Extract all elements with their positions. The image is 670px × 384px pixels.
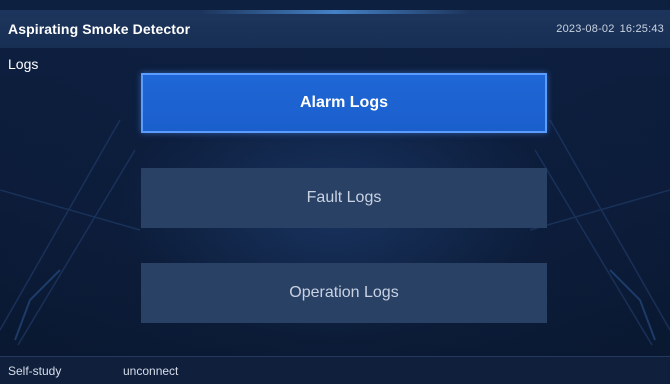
alarm-logs-label: Alarm Logs xyxy=(299,94,388,111)
operation-logs-button[interactable]: Operation Logs xyxy=(141,263,547,323)
mode-status: Self-study xyxy=(8,364,62,378)
datetime: 2023-08-02 16:25:43 xyxy=(551,23,664,35)
operation-logs-label: Operation Logs xyxy=(289,284,399,301)
fault-logs-button[interactable]: Fault Logs xyxy=(141,168,547,228)
time-text: 16:25:43 xyxy=(619,23,664,35)
status-bar: Self-study unconnect xyxy=(0,356,670,384)
top-bar: Aspirating Smoke Detector 2023-08-02 16:2… xyxy=(0,10,670,48)
alarm-logs-button[interactable]: Alarm Logs xyxy=(141,73,547,133)
page-title: Logs xyxy=(8,56,39,72)
top-bar-glow xyxy=(200,10,470,14)
date-text: 2023-08-02 xyxy=(556,23,615,35)
connection-status: unconnect xyxy=(123,364,179,378)
fault-logs-label: Fault Logs xyxy=(306,189,382,206)
app-title: Aspirating Smoke Detector xyxy=(8,21,191,37)
screen: Aspirating Smoke Detector 2023-08-02 16:2… xyxy=(0,0,670,384)
